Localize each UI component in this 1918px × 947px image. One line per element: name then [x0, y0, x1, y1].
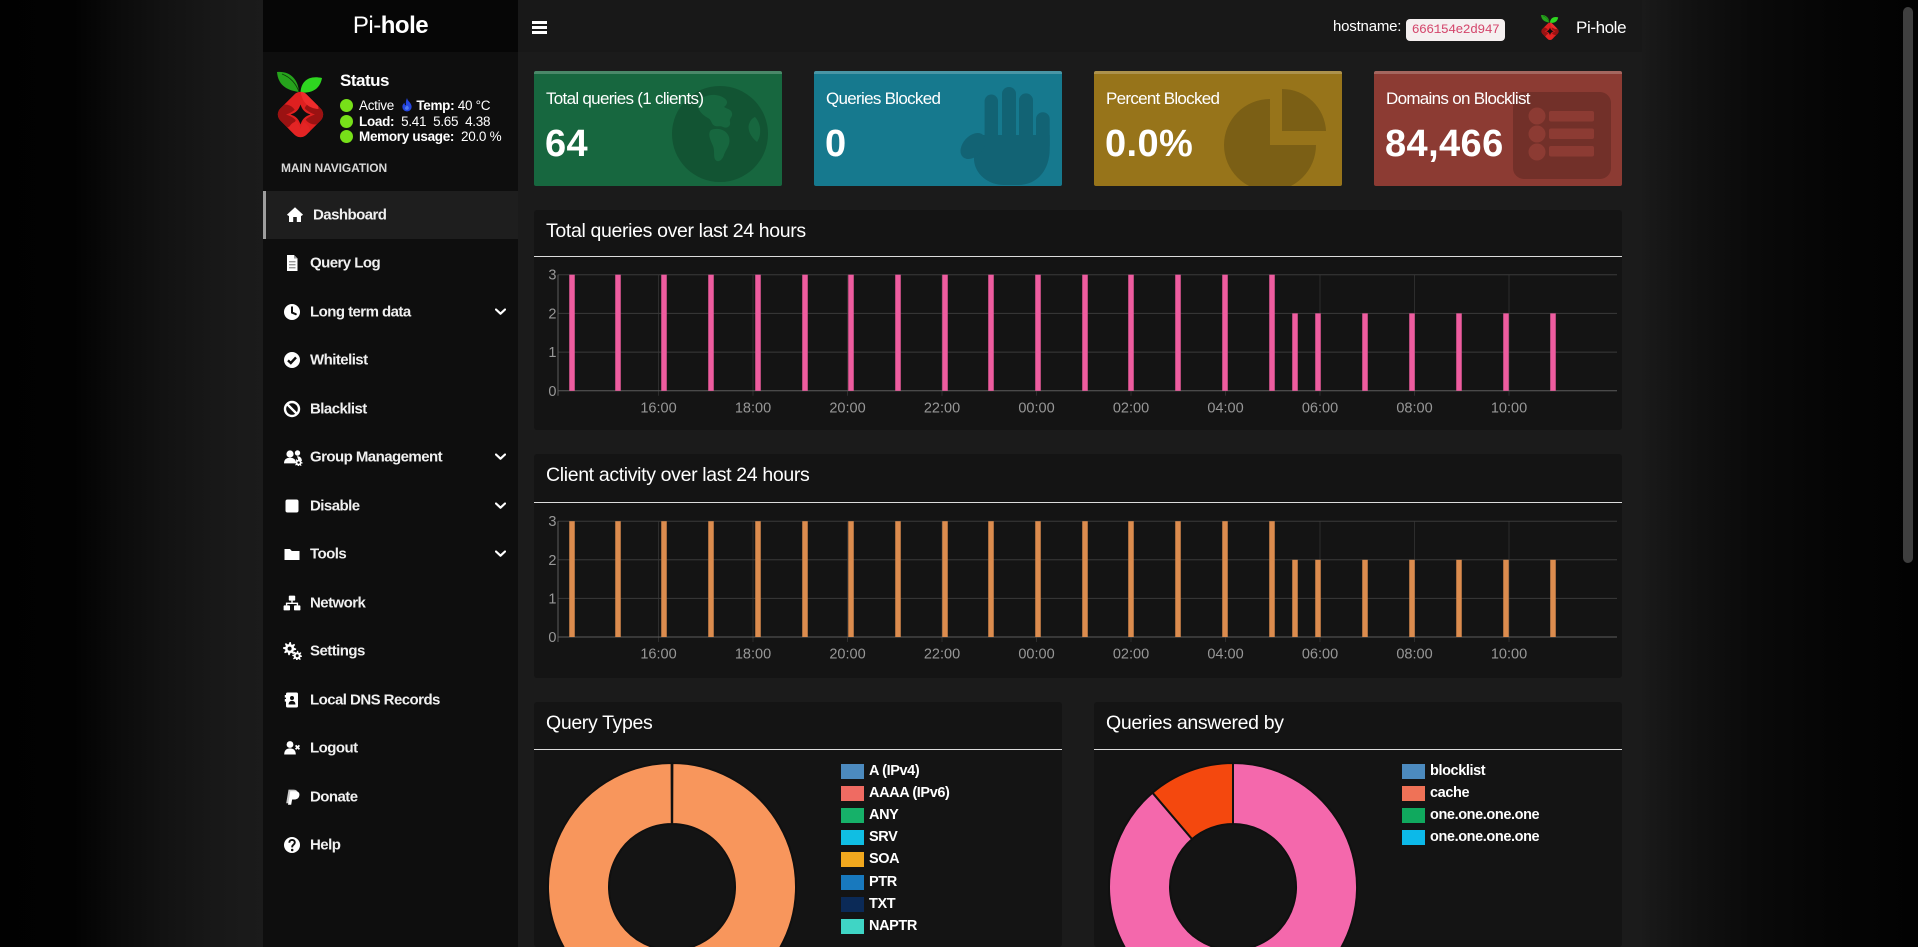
- svg-text:16:00: 16:00: [640, 400, 676, 416]
- svg-text:1: 1: [548, 591, 556, 607]
- svg-text:2: 2: [548, 306, 556, 322]
- svg-text:18:00: 18:00: [735, 400, 771, 416]
- svg-text:06:00: 06:00: [1302, 647, 1338, 663]
- svg-text:00:00: 00:00: [1018, 400, 1054, 416]
- svg-text:1: 1: [548, 345, 556, 361]
- svg-text:3: 3: [548, 514, 556, 530]
- svg-text:04:00: 04:00: [1207, 400, 1243, 416]
- svg-text:2: 2: [548, 553, 556, 569]
- svg-text:18:00: 18:00: [735, 647, 771, 663]
- svg-text:08:00: 08:00: [1396, 400, 1432, 416]
- svg-text:02:00: 02:00: [1113, 647, 1149, 663]
- svg-text:10:00: 10:00: [1491, 647, 1527, 663]
- svg-text:20:00: 20:00: [829, 647, 865, 663]
- svg-text:04:00: 04:00: [1207, 647, 1243, 663]
- svg-text:22:00: 22:00: [924, 400, 960, 416]
- svg-text:20:00: 20:00: [829, 400, 865, 416]
- svg-text:16:00: 16:00: [640, 647, 676, 663]
- svg-text:10:00: 10:00: [1491, 400, 1527, 416]
- svg-text:06:00: 06:00: [1302, 400, 1338, 416]
- svg-text:08:00: 08:00: [1396, 647, 1432, 663]
- svg-text:3: 3: [548, 268, 556, 284]
- svg-text:0: 0: [548, 384, 556, 400]
- svg-text:0: 0: [548, 630, 556, 646]
- svg-text:00:00: 00:00: [1018, 647, 1054, 663]
- svg-text:22:00: 22:00: [924, 647, 960, 663]
- svg-text:02:00: 02:00: [1113, 400, 1149, 416]
